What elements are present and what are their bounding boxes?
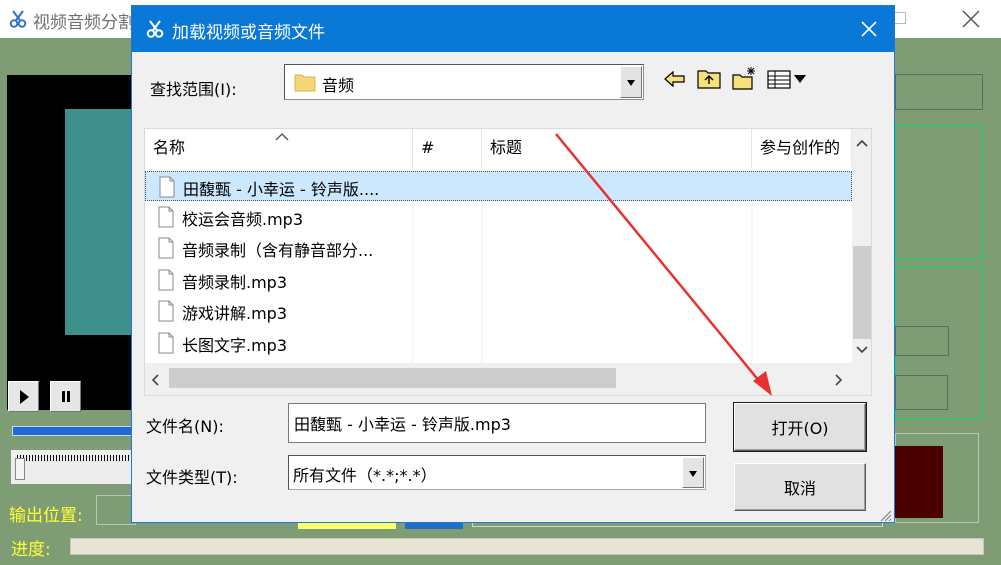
dialog-title-bar: 加载视频或音频文件 — [132, 6, 894, 52]
right-top-field[interactable] — [895, 74, 983, 110]
look-in-value: 音频 — [322, 76, 355, 95]
play-button[interactable] — [8, 381, 39, 412]
app-title: 视频音频分割 — [33, 13, 135, 33]
open-button[interactable]: 打开(O) — [733, 402, 867, 452]
folder-icon — [294, 74, 316, 92]
file-name: 校运会音频.mp3 — [182, 210, 304, 229]
view-menu-icon[interactable] — [766, 66, 812, 92]
pause-button[interactable] — [50, 381, 81, 412]
file-icon — [158, 206, 174, 228]
timeline-slider[interactable] — [11, 450, 136, 484]
look-in-label: 查找范围(I): — [150, 80, 237, 99]
file-row-2[interactable]: 音频录制（含有静音部分... — [145, 233, 852, 263]
horizontal-scrollbar[interactable] — [145, 363, 871, 395]
scroll-right-icon[interactable] — [835, 374, 843, 386]
output-location-label: 输出位置: — [9, 506, 83, 526]
file-icon — [158, 300, 174, 322]
file-name: 音频录制.mp3 — [182, 273, 288, 292]
file-type-label: 文件类型(T): — [146, 468, 238, 487]
progress-label: 进度: — [11, 540, 51, 560]
scroll-left-icon[interactable] — [151, 374, 159, 386]
scroll-down-icon[interactable] — [856, 346, 868, 354]
file-row-3[interactable]: 音频录制.mp3 — [145, 265, 852, 295]
chevron-down-icon[interactable] — [682, 457, 704, 488]
playback-progress-bar — [12, 426, 137, 436]
file-icon — [159, 176, 175, 198]
file-type-dropdown[interactable]: 所有文件（*.*;*.*） — [288, 455, 706, 490]
file-name-label: 文件名(N): — [146, 417, 224, 436]
video-preview — [7, 75, 147, 410]
vertical-scrollbar[interactable] — [852, 129, 871, 363]
file-name-input[interactable] — [288, 403, 706, 443]
maximize-button[interactable] — [894, 12, 906, 24]
chevron-down-icon[interactable] — [620, 66, 642, 98]
file-name: 音频录制（含有静音部分... — [182, 241, 374, 260]
column-header-number[interactable]: # — [413, 129, 482, 167]
color-swatch[interactable] — [895, 446, 943, 518]
file-icon — [158, 269, 174, 291]
sort-ascending-icon — [275, 133, 289, 141]
close-icon[interactable] — [854, 15, 884, 43]
vertical-scroll-thumb[interactable] — [853, 246, 871, 339]
cancel-button[interactable]: 取消 — [734, 463, 866, 511]
up-folder-icon[interactable] — [696, 66, 722, 92]
file-list[interactable]: 名称 # 标题 参与创作的 田馥甄 - 小幸运 - 铃声版.... 校运会音频.… — [144, 128, 872, 396]
resize-grip-icon[interactable] — [876, 506, 892, 522]
timeline-ticks — [17, 455, 129, 461]
file-type-value: 所有文件（*.*;*.*） — [293, 466, 437, 485]
dialog-title: 加载视频或音频文件 — [172, 23, 325, 43]
right-input-a[interactable] — [895, 326, 949, 356]
scissors-icon — [9, 10, 27, 28]
right-input-b[interactable] — [895, 375, 948, 410]
app-close-icon[interactable] — [958, 6, 984, 32]
file-name: 游戏讲解.mp3 — [182, 304, 288, 323]
progress-bar — [70, 538, 984, 555]
horizontal-scroll-thumb[interactable] — [169, 368, 616, 388]
scissors-icon — [146, 20, 164, 38]
open-file-dialog: 加载视频或音频文件 查找范围(I): 音频 名称 # 标题 参与创作的 田馥甄 … — [131, 5, 895, 523]
file-icon — [158, 332, 174, 354]
output-location-field[interactable] — [96, 495, 136, 525]
look-in-dropdown[interactable]: 音频 — [284, 64, 644, 100]
file-name: 长图文字.mp3 — [182, 336, 288, 355]
file-row-4[interactable]: 游戏讲解.mp3 — [145, 296, 852, 326]
right-options-group-1 — [895, 124, 983, 260]
scroll-up-icon[interactable] — [856, 139, 868, 147]
new-folder-icon[interactable] — [731, 66, 757, 92]
back-arrow-icon[interactable] — [662, 66, 688, 92]
file-row-0[interactable]: 田馥甄 - 小幸运 - 铃声版.... — [145, 171, 852, 201]
file-row-5[interactable]: 长图文字.mp3 — [145, 328, 852, 358]
file-icon — [158, 237, 174, 259]
timeline-slider-handle[interactable] — [15, 458, 25, 480]
file-row-1[interactable]: 校运会音频.mp3 — [145, 202, 852, 232]
column-header-artist[interactable]: 参与创作的 — [752, 129, 852, 167]
column-header-title[interactable]: 标题 — [482, 129, 752, 167]
file-name: 田馥甄 - 小幸运 - 铃声版.... — [183, 180, 380, 199]
